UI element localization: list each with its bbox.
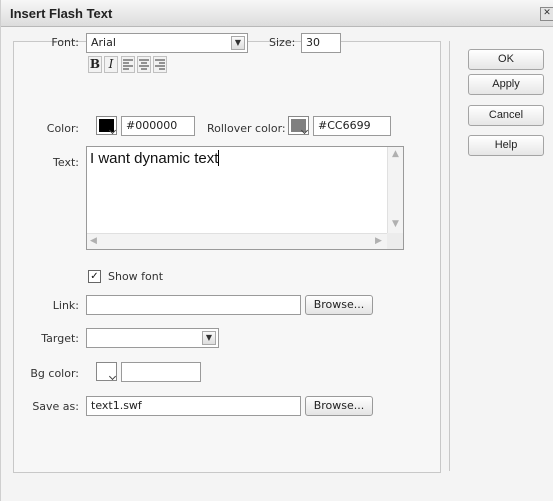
bg-color-swatch[interactable] xyxy=(96,362,117,381)
show-font-label: Show font xyxy=(108,270,164,283)
scroll-down-icon[interactable]: ▼ xyxy=(392,219,399,229)
bg-color-label: Bg color: xyxy=(30,367,79,380)
align-left-icon[interactable] xyxy=(121,56,135,73)
swatch-menu-icon xyxy=(108,372,117,381)
target-select[interactable]: ▼ xyxy=(86,328,219,348)
title-bar: Insert Flash Text ✕ xyxy=(1,0,553,27)
italic-button[interactable]: I xyxy=(104,56,118,73)
cancel-button[interactable]: Cancel xyxy=(468,105,544,126)
text-area[interactable]: I want dynamic text ▲ ▼ ◀ ▶ xyxy=(86,146,404,250)
font-select-value: Arial xyxy=(91,36,116,49)
target-label: Target: xyxy=(41,332,79,345)
save-as-input[interactable]: text1.swf xyxy=(86,396,301,416)
link-input[interactable] xyxy=(86,295,301,315)
save-as-browse-button[interactable]: Browse... xyxy=(305,396,373,416)
text-area-content: I want dynamic text xyxy=(90,150,220,167)
text-caret xyxy=(218,150,220,166)
swatch-menu-icon xyxy=(108,126,117,135)
dialog-title: Insert Flash Text xyxy=(10,6,113,21)
chevron-down-icon: ▼ xyxy=(231,36,245,50)
text-color-swatch[interactable] xyxy=(96,116,117,135)
vertical-scrollbar[interactable]: ▲ ▼ xyxy=(387,147,403,233)
insert-flash-text-dialog: Insert Flash Text ✕ Font: Arial ▼ Size: … xyxy=(0,0,553,501)
rollover-color-label: Rollover color: xyxy=(207,122,286,135)
text-area-value: I want dynamic text xyxy=(90,150,219,167)
font-select[interactable]: Arial ▼ xyxy=(86,33,248,53)
horizontal-scrollbar[interactable]: ◀ ▶ xyxy=(87,233,389,249)
scroll-up-icon[interactable]: ▲ xyxy=(392,149,399,159)
save-as-label: Save as: xyxy=(32,400,79,413)
bg-color-hex-input[interactable] xyxy=(121,362,201,382)
ok-button[interactable]: OK xyxy=(468,49,544,70)
bold-button[interactable]: B xyxy=(88,56,102,73)
align-center-icon[interactable] xyxy=(137,56,151,73)
scroll-left-icon[interactable]: ◀ xyxy=(90,236,97,246)
font-label: Font: xyxy=(51,36,79,49)
link-label: Link: xyxy=(52,299,79,312)
size-label: Size: xyxy=(269,36,296,49)
align-right-icon[interactable] xyxy=(153,56,167,73)
chevron-down-icon: ▼ xyxy=(202,331,216,345)
rollover-color-swatch[interactable] xyxy=(288,116,309,135)
size-input[interactable]: 30 xyxy=(301,33,341,53)
scroll-corner xyxy=(387,233,403,249)
link-browse-button[interactable]: Browse... xyxy=(305,295,373,315)
text-color-hex-input[interactable]: #000000 xyxy=(121,116,195,136)
help-button[interactable]: Help xyxy=(468,135,544,156)
close-icon[interactable]: ✕ xyxy=(540,7,553,21)
scroll-right-icon[interactable]: ▶ xyxy=(375,236,382,246)
button-column-divider xyxy=(449,41,450,471)
rollover-color-hex-input[interactable]: #CC6699 xyxy=(313,116,391,136)
show-font-checkbox[interactable]: ✓ xyxy=(88,270,101,283)
apply-button[interactable]: Apply xyxy=(468,74,544,95)
swatch-menu-icon xyxy=(300,126,309,135)
color-label: Color: xyxy=(46,122,79,135)
text-label: Text: xyxy=(53,156,79,169)
